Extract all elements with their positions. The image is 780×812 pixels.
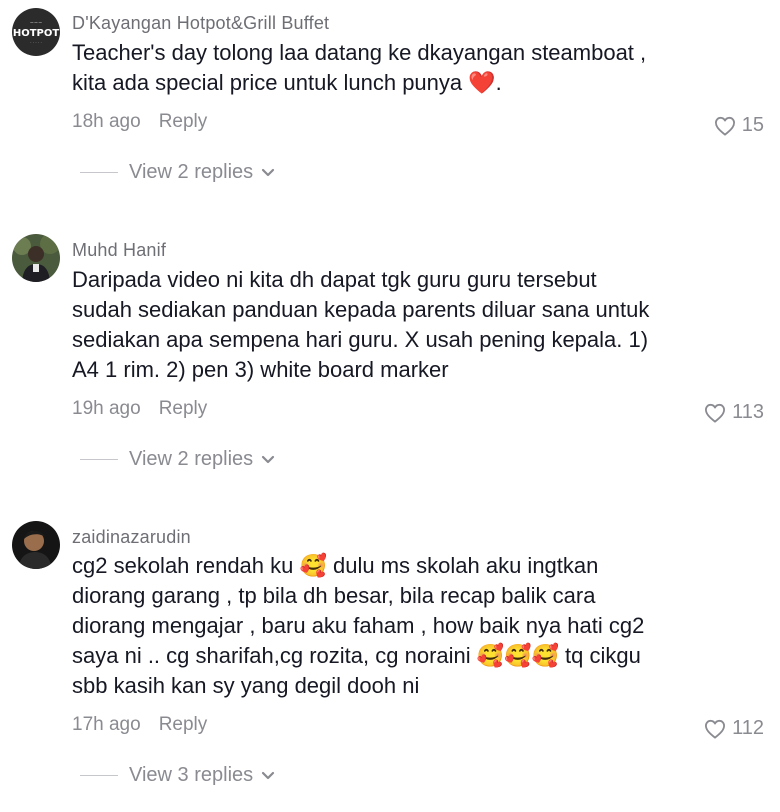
reply-button[interactable]: Reply <box>159 398 208 419</box>
comment-text-line: diorang garang , tp bila dh besar, bila … <box>72 583 596 608</box>
heart-icon <box>714 116 735 136</box>
svg-text:~~~: ~~~ <box>30 20 43 26</box>
avatar[interactable]: ~~~ HOTPOT · · · · · <box>12 8 60 56</box>
comment-timestamp: 18h ago <box>72 111 141 132</box>
view-replies-button[interactable]: View 3 replies <box>80 764 275 787</box>
comment-text-line: Daripada video ni kita dh dapat tgk guru… <box>72 267 597 292</box>
comment-username[interactable]: Muhd Hanif <box>72 240 166 261</box>
divider-line <box>80 459 118 460</box>
comment-text-line: Teacher's day tolong laa datang ke dkaya… <box>72 40 647 65</box>
divider-line <box>80 775 118 776</box>
comment-meta: 17h ago Reply <box>72 714 207 736</box>
comment-text: Teacher's day tolong laa datang ke dkaya… <box>72 38 712 98</box>
comment-username[interactable]: zaidinazarudin <box>72 527 191 548</box>
comment-text-line: sbb kasih kan sy yang degil dooh ni <box>72 673 420 698</box>
like-count: 113 <box>732 401 764 423</box>
comment-text-line: cg2 sekolah rendah ku 🥰 dulu ms skolah a… <box>72 553 599 578</box>
view-replies-label: View 3 replies <box>129 764 254 786</box>
like-button[interactable]: 113 <box>704 401 764 424</box>
comment-timestamp: 19h ago <box>72 398 141 419</box>
heart-icon <box>705 403 726 423</box>
chevron-down-icon <box>262 771 275 779</box>
comment-text-line: diorang mengajar , baru aku faham , how … <box>72 613 645 638</box>
comment-meta: 19h ago Reply <box>72 398 207 420</box>
comment-text-line: kita ada special price untuk lunch punya… <box>72 70 502 95</box>
view-replies-button[interactable]: View 2 replies <box>80 448 275 471</box>
reply-button[interactable]: Reply <box>159 111 208 132</box>
comment-username[interactable]: D'Kayangan Hotpot&Grill Buffet <box>72 13 329 34</box>
user-photo-avatar <box>12 521 60 569</box>
comment-text-line: sediakan apa sempena hari guru. X usah p… <box>72 327 649 352</box>
comment-text-line: A4 1 rim. 2) pen 3) white board marker <box>72 357 449 382</box>
comment-timestamp: 17h ago <box>72 714 141 735</box>
chevron-down-icon <box>262 455 275 463</box>
like-button[interactable]: 112 <box>704 717 764 740</box>
divider-line <box>80 172 118 173</box>
comment-meta: 18h ago Reply <box>72 111 207 133</box>
chevron-down-icon <box>262 168 275 176</box>
hotpot-logo-avatar: ~~~ HOTPOT · · · · · <box>12 8 60 56</box>
view-replies-label: View 2 replies <box>129 161 254 183</box>
like-button[interactable]: 15 <box>714 114 764 137</box>
avatar[interactable] <box>12 234 60 282</box>
comment-text-line: sudah sediakan panduan kepada parents di… <box>72 297 650 322</box>
view-replies-button[interactable]: View 2 replies <box>80 161 275 184</box>
reply-button[interactable]: Reply <box>159 714 208 735</box>
user-photo-avatar <box>12 234 60 282</box>
like-count: 112 <box>732 717 764 739</box>
like-count: 15 <box>741 114 764 136</box>
view-replies-label: View 2 replies <box>129 448 254 470</box>
svg-text:· · · · ·: · · · · · <box>30 40 41 45</box>
heart-icon <box>705 719 726 739</box>
comment-text: cg2 sekolah rendah ku 🥰 dulu ms skolah a… <box>72 551 712 701</box>
avatar[interactable] <box>12 521 60 569</box>
svg-text:HOTPOT: HOTPOT <box>13 28 60 39</box>
comment-text-line: saya ni .. cg sharifah,cg rozita, cg nor… <box>72 643 641 668</box>
comment-text: Daripada video ni kita dh dapat tgk guru… <box>72 265 712 385</box>
